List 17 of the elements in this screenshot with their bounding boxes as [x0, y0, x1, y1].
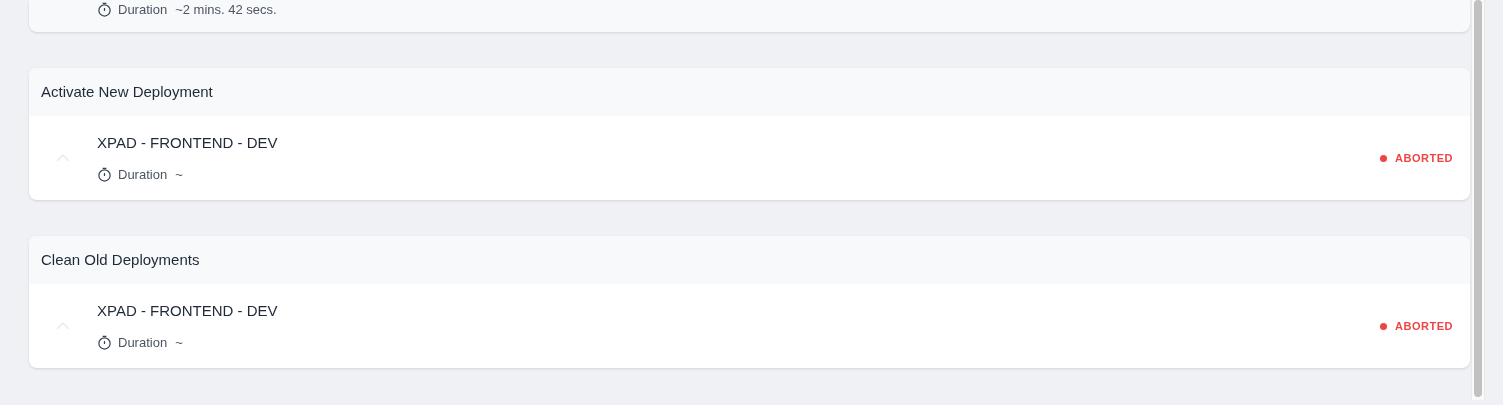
status-label: ABORTED [1395, 318, 1453, 334]
chevron-up-icon[interactable] [56, 154, 70, 162]
step-title: Activate New Deployment [41, 81, 213, 102]
stopwatch-icon [97, 2, 112, 18]
duration-label: Duration [118, 333, 168, 352]
duration-label: Duration [118, 1, 168, 19]
status-label: ABORTED [1395, 150, 1453, 166]
job-name: XPAD - FRONTEND - DEV [97, 133, 279, 153]
step-title: Clean Old Deployments [41, 249, 200, 270]
duration-label: Duration [118, 165, 168, 184]
stopwatch-icon [97, 334, 112, 350]
stopwatch-icon [97, 166, 112, 182]
duration-value: ~ [175, 165, 183, 184]
duration-value: ~2 mins. 42 secs. [175, 1, 277, 19]
chevron-up-icon[interactable] [56, 322, 70, 330]
job-name: XPAD - FRONTEND - DEV [97, 301, 279, 321]
duration-value: ~ [175, 333, 183, 352]
